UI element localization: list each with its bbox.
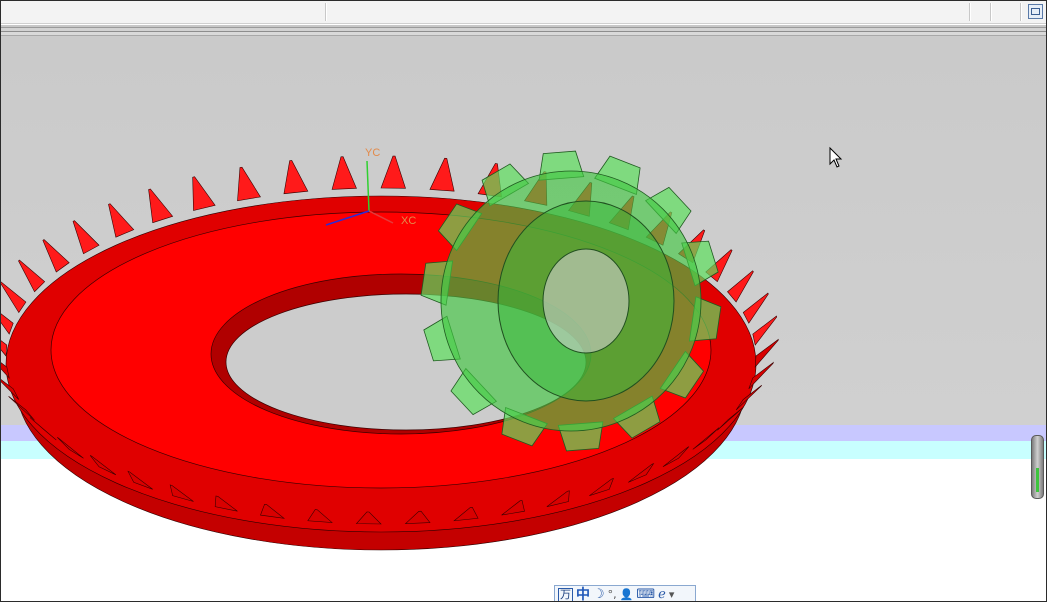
ime-browser-icon[interactable]: ℯ [658, 587, 666, 602]
ime-user-icon[interactable]: 👤 [620, 587, 634, 602]
y-axis-label: YC [365, 147, 380, 159]
ime-toolbar[interactable]: 万 中 ☽ °, 👤 ⌨ ℯ ▾ [554, 585, 696, 602]
toolbar-separator [325, 3, 327, 21]
toolbar-separator [969, 3, 971, 21]
application-window: YC XC 万 中 ☽ °, 👤 ⌨ ℯ ▾ [0, 0, 1047, 602]
x-axis-label: XC [401, 215, 416, 227]
toolbar-separator [990, 3, 992, 21]
graphics-viewport[interactable]: YC XC [1, 37, 1046, 601]
vertical-scroll-handle[interactable] [1031, 435, 1044, 499]
graphics-canvas: YC XC [1, 37, 1046, 601]
resource-bar-rail[interactable] [1, 25, 1046, 37]
ime-menu-chevron-icon[interactable]: ▾ [669, 587, 675, 602]
ime-keyboard-icon[interactable]: ⌨ [636, 587, 655, 602]
ime-punctuation-button[interactable]: °, [608, 587, 617, 602]
restore-window-button[interactable] [1028, 4, 1043, 19]
ime-halfwidth-moon-icon[interactable]: ☽ [593, 587, 605, 602]
ime-chinese-mode-button[interactable]: 中 [576, 587, 590, 602]
top-toolbar [1, 1, 1046, 24]
toolbar-separator [1020, 3, 1022, 21]
ime-logo-icon[interactable]: 万 [558, 587, 573, 601]
